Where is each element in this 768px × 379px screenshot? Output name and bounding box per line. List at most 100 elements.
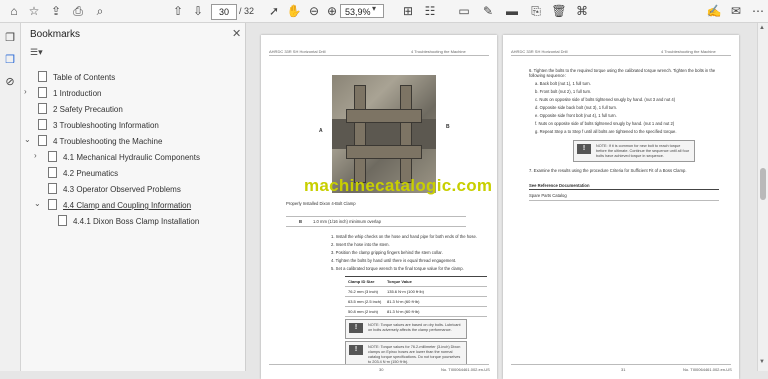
document-number: No. TI00064461.002.en-US: [683, 367, 732, 372]
info-icon: !: [577, 144, 591, 154]
zoom-in-icon[interactable]: ⊕: [324, 3, 340, 19]
note-box: ! NOTE: If it is common for new bolt to …: [573, 140, 695, 162]
zoom-input[interactable]: 53,9%: [340, 4, 384, 18]
torque-table: Clamp ID Size Torque Value 76.2 mm (3 in…: [345, 276, 487, 317]
header-rule: [269, 55, 489, 56]
bookmark-page-icon: [58, 215, 67, 226]
bookmarks-panel: Bookmarks ✕ ☰▾ Table of Contents › 1 Intr…: [21, 23, 246, 371]
watermark-text: machinecatalogic.com: [304, 176, 493, 195]
panel-title: Bookmarks: [30, 29, 81, 40]
step-text: 5. Set a calibrated torque wrench to the…: [331, 266, 464, 271]
step-text: 3. Position the clamp gripping fingers b…: [331, 250, 443, 255]
bookmark-item[interactable]: Table of Contents: [38, 71, 115, 82]
bookmark-options-button[interactable]: ☰▾: [30, 47, 58, 60]
substep-text: e. Opposite side front bolt (nut 4), 1 f…: [535, 113, 617, 118]
comment-icon[interactable]: ▭: [456, 3, 472, 19]
photo-label-a: A: [319, 128, 323, 134]
step-text: 2. Insert the hose into the stem.: [331, 242, 390, 247]
more-icon[interactable]: ⋯: [750, 3, 766, 19]
bookmark-page-icon: [48, 183, 57, 194]
chevron-right-icon[interactable]: ›: [34, 151, 37, 160]
navigation-rail: ❐ ❒ ⊘: [0, 23, 21, 371]
substep-text: c. Nuts on opposite side of bolts tighte…: [535, 97, 676, 102]
search-icon[interactable]: ⌕: [92, 3, 108, 19]
arrow-down-icon[interactable]: ⇩: [190, 3, 206, 19]
page-number: 30: [379, 367, 384, 372]
bookmark-page-icon: [38, 135, 47, 146]
attach-icon[interactable]: ⌘: [574, 3, 590, 19]
fit-page-icon[interactable]: ⊞: [400, 3, 416, 19]
sign-icon[interactable]: ✍: [706, 3, 722, 19]
pen-icon[interactable]: ✎: [480, 3, 496, 19]
chevron-down-icon[interactable]: ⌄: [24, 135, 31, 144]
bookmark-item-active[interactable]: ⌄ 4.4 Clamp and Coupling Information: [34, 199, 191, 210]
bookmark-page-icon: [48, 167, 57, 178]
bookmark-item[interactable]: › 4.1 Mechanical Hydraulic Components: [34, 151, 200, 162]
highlight-icon[interactable]: ▬: [504, 3, 520, 19]
share-icon[interactable]: ✉: [728, 3, 744, 19]
delete-icon[interactable]: 🗑: [551, 3, 567, 19]
bookmark-item[interactable]: › 1 Introduction: [24, 87, 101, 98]
bookmark-item[interactable]: 2 Safety Precaution: [38, 103, 123, 114]
table-header-row: Clamp ID Size Torque Value: [345, 277, 487, 287]
note-box: ! NOTE: Torque values for 76.2-millimete…: [345, 341, 467, 365]
photo-label-b: B: [446, 124, 450, 130]
substep-text: f. Nuts on opposite side of bolts tighte…: [535, 121, 675, 126]
vertical-scrollbar[interactable]: ▲ ▼: [757, 23, 768, 371]
document-viewer[interactable]: AHRDC 33R SH Horizontal Drill 4 Troubles…: [246, 23, 756, 379]
spec-text: 1.0 mm (1/16 inch) minimum overlap: [313, 219, 381, 224]
options-icon: ☰▾: [30, 47, 43, 57]
bookmark-page-icon: [38, 71, 47, 82]
page-header-left: AHRDC 33R SH Horizontal Drill: [269, 49, 326, 54]
page-header-right: 4 Troubleshooting the Machine: [411, 49, 466, 54]
step-text: 6. Tighten the bolts to the required tor…: [529, 68, 716, 78]
scroll-up-icon[interactable]: ▲: [759, 25, 765, 31]
bookmark-page-icon: [48, 199, 57, 210]
step-text: 1. Install the whip checks on the hose a…: [331, 234, 477, 239]
arrow-up-icon[interactable]: ⇧: [170, 3, 186, 19]
scroll-mode-icon[interactable]: ☷: [422, 3, 438, 19]
zoom-out-icon[interactable]: ⊖: [306, 3, 322, 19]
table-row: 63.5 mm (2.5 inch) 81.3 N·m (60 ft·lb): [345, 297, 487, 307]
substep-text: b. Front bolt (nut 2), 1 full turn.: [535, 89, 592, 94]
print-icon[interactable]: ⎙: [70, 3, 86, 19]
scroll-down-icon[interactable]: ▼: [759, 359, 765, 365]
attachments-icon[interactable]: ⊘: [3, 75, 17, 89]
chevron-right-icon[interactable]: ›: [24, 87, 27, 96]
pointer-icon[interactable]: ➚: [266, 3, 282, 19]
page-number-input[interactable]: 30: [211, 4, 237, 20]
note-box: ! NOTE: Torque values are based on dry b…: [345, 319, 467, 339]
step-text: 7. Examine the results using the procedu…: [529, 168, 687, 173]
reference-title: See Reference Documentation: [529, 183, 590, 188]
hand-icon[interactable]: ✋: [286, 3, 302, 19]
bookmark-icon[interactable]: ❒: [3, 53, 17, 67]
scrollbar-thumb[interactable]: [760, 168, 766, 200]
bookmark-item[interactable]: 4.3 Operator Observed Problems: [48, 183, 181, 194]
home-icon[interactable]: ⌂: [6, 3, 22, 19]
close-icon[interactable]: ✕: [232, 27, 241, 40]
upload-icon[interactable]: ⇪: [48, 3, 64, 19]
stamp-icon[interactable]: ⎘: [528, 3, 544, 19]
substep-text: g. Repeat Step a to Step f until all bol…: [535, 129, 677, 134]
info-icon: !: [349, 323, 363, 333]
bookmark-item[interactable]: 4.2 Pneumatics: [48, 167, 118, 178]
substep-text: d. Opposite side back bolt (nut 3), 1 fu…: [535, 105, 618, 110]
page-header-left: AHRDC 33R SH Horizontal Drill: [511, 49, 568, 54]
thumbnails-icon[interactable]: ❐: [3, 31, 17, 45]
chevron-down-icon[interactable]: ▾: [372, 4, 376, 13]
chevron-down-icon[interactable]: ⌄: [34, 199, 41, 208]
bookmark-page-icon: [38, 103, 47, 114]
page-total: / 32: [239, 6, 255, 16]
bookmark-item[interactable]: ⌄ 4 Troubleshooting the Machine: [24, 135, 162, 146]
pdf-page-30: AHRDC 33R SH Horizontal Drill 4 Troubles…: [261, 35, 497, 379]
bookmark-page-icon: [48, 151, 57, 162]
star-icon[interactable]: ☆: [26, 3, 42, 19]
bookmark-item[interactable]: 3 Troubleshooting Information: [38, 119, 159, 130]
table-row: 76.2 mm (3 inch) 135.6 N·m (100 ft·lb): [345, 287, 487, 297]
page-number: 31: [621, 367, 626, 372]
info-icon: !: [349, 345, 363, 355]
bookmark-item[interactable]: 4.4.1 Dixon Boss Clamp Installation: [58, 215, 199, 226]
spec-letter: B: [299, 219, 303, 224]
top-toolbar: ⌂ ☆ ⇪ ⎙ ⌕ ⇧ ⇩ 30 / 32 ➚ ✋ ⊖ ⊕ 53,9% ▾ ⊞ …: [0, 0, 768, 23]
reference-item: Spare Parts Catalog: [529, 193, 567, 198]
